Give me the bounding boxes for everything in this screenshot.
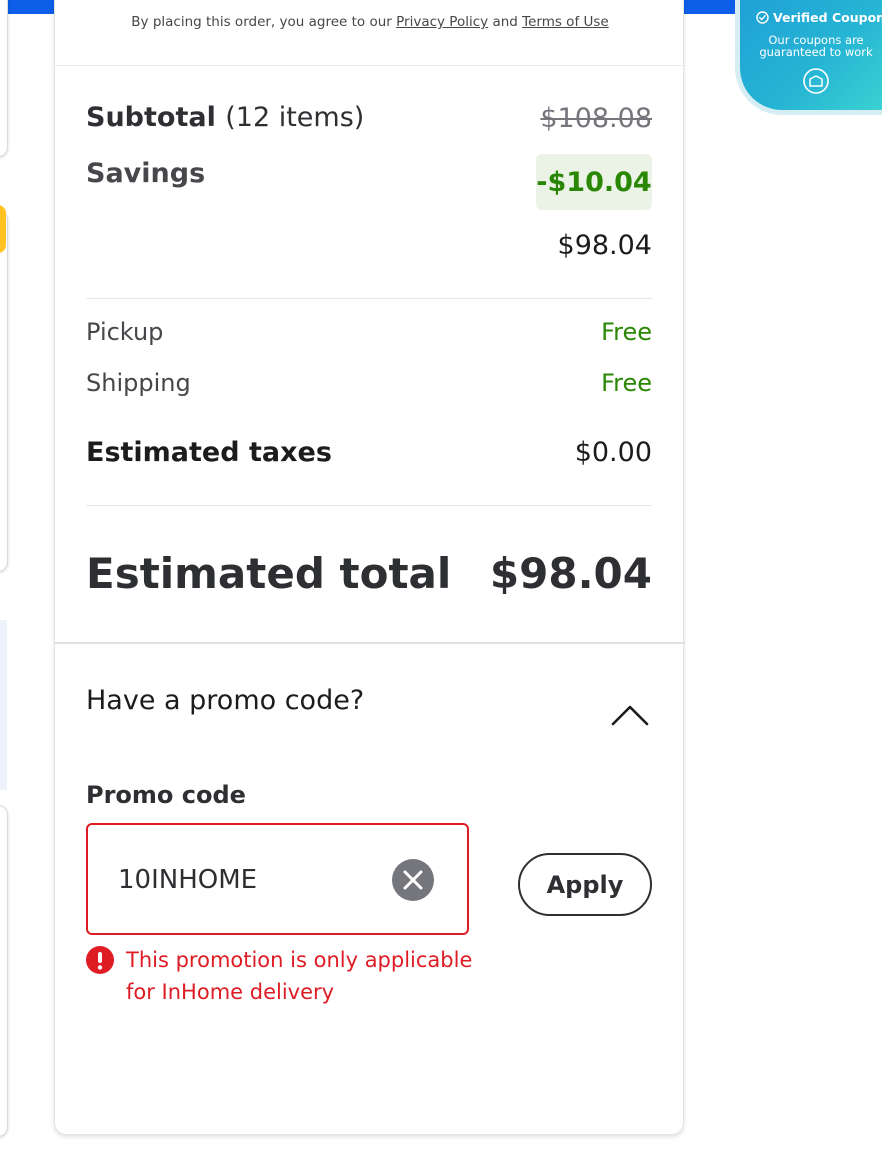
adjacent-panel-edge [0,620,7,790]
error-icon [86,946,114,974]
chevron-up-icon[interactable] [610,700,650,728]
shipping-value: Free [601,369,652,397]
promo-code-input[interactable] [118,860,368,900]
adjacent-card-edge [0,210,8,572]
promo-error-message: This promotion is only applicable for In… [126,948,473,1004]
check-circle-icon [756,11,769,24]
verified-coupon-widget[interactable]: Verified Coupon Our coupons are guarante… [740,0,882,110]
legal-prefix: By placing this order, you agree to our [131,14,392,30]
subtotal-label: Subtotal (12 items) [86,102,365,133]
taxes-label: Estimated taxes [86,437,332,468]
taxes-value: $0.00 [574,437,652,468]
estimated-total-label: Estimated total [86,549,452,598]
adjacent-card-edge [0,805,8,1137]
promo-code-toggle-label[interactable]: Have a promo code? [86,685,364,716]
legal-and: and [492,14,518,30]
terms-of-use-link[interactable]: Terms of Use [522,14,609,30]
subtotal-item-count: (12 items) [225,102,365,133]
apply-promo-button[interactable]: Apply [518,853,652,916]
order-summary-card: By placing this order, you agree to our … [54,0,685,1135]
section-divider [55,642,685,644]
coupon-brand-icon [803,68,829,94]
pickup-label: Pickup [86,318,164,346]
pickup-value: Free [601,318,652,346]
privacy-policy-link[interactable]: Privacy Policy [396,14,488,30]
clear-input-button[interactable] [392,859,434,901]
estimated-total-value: $98.04 [489,549,652,598]
close-icon [403,870,423,890]
promo-code-field [86,823,469,935]
promo-code-field-label: Promo code [86,781,246,809]
divider [86,505,652,506]
adjacent-card-edge [0,0,8,157]
coupon-widget-subtitle: Our coupons are guaranteed to work [759,33,873,59]
shipping-label: Shipping [86,369,191,397]
divider [55,65,685,66]
coupon-widget-title: Verified Coupon [756,10,882,25]
legal-notice: By placing this order, you agree to our … [55,14,685,30]
discounted-subtotal-value: $98.04 [557,230,652,261]
adjacent-highlight-edge [0,205,6,253]
savings-value: -$10.04 [536,154,652,210]
subtotal-value: $108.08 [540,103,652,134]
savings-label: Savings [86,158,206,189]
divider [86,298,652,299]
